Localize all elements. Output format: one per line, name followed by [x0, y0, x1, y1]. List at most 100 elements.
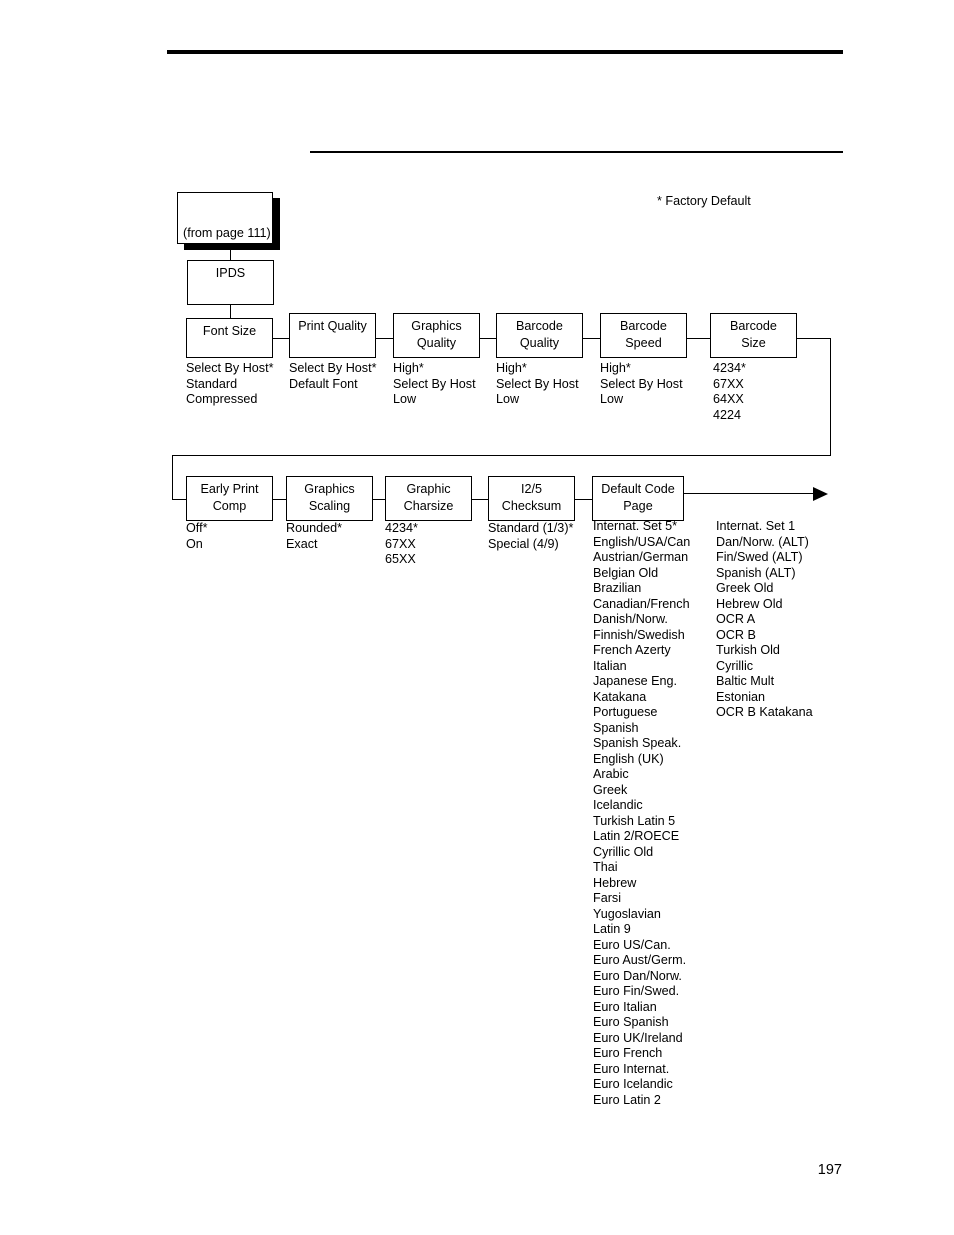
menu-box-title-group: Barcode Quality	[516, 318, 563, 352]
option-item: Low	[393, 392, 417, 406]
page-number: 197	[817, 1162, 842, 1178]
wrap-connector-segment-left	[172, 455, 831, 456]
connector-row1-5	[687, 338, 710, 339]
menu-box-graphic-charsize[interactable]: Graphic Charsize	[385, 476, 472, 521]
option-item: English/USA/Can	[593, 534, 691, 549]
menu-box-barcode-quality[interactable]: Barcode Quality	[496, 313, 583, 358]
option-item: Default Font	[289, 376, 358, 391]
continuation-arrow-line	[684, 493, 815, 494]
option-item: Spanish	[593, 720, 639, 735]
menu-box-title-group: Graphics Quality	[411, 318, 461, 352]
option-item: Select By Host	[600, 376, 683, 391]
option-item: Euro Italian	[593, 999, 657, 1014]
option-item: Katakana	[593, 689, 647, 704]
option-item: Danish/Norw.	[593, 612, 668, 626]
option-item: Turkish Old	[716, 643, 780, 657]
option-item: On	[186, 536, 203, 551]
option-item: Farsi	[593, 891, 621, 905]
menu-box-barcode-speed[interactable]: Barcode Speed	[600, 313, 687, 358]
option-item: Baltic Mult	[716, 674, 775, 688]
menu-box-title-line2: Page	[623, 499, 653, 513]
menu-box-title-group: Early Print Comp	[200, 481, 258, 515]
option-item: Cyrillic Old	[593, 844, 654, 859]
option-item: Euro Icelandic	[593, 1077, 673, 1091]
option-item: Brazilian	[593, 581, 642, 595]
menu-box-title: Font Size	[202, 324, 257, 338]
option-item: 67XX	[713, 376, 744, 391]
menu-box-i25-checksum[interactable]: I2/5 Checksum	[488, 476, 575, 521]
option-item: 67XX	[385, 536, 416, 551]
menu-box-title-line2: Quality	[519, 336, 560, 350]
menu-box-title-line2: Speed	[625, 336, 662, 350]
connector-row1-2	[376, 338, 393, 339]
option-item: Euro Latin 2	[593, 1092, 661, 1107]
option-item: Select By Host	[393, 376, 476, 391]
option-item: English (UK)	[593, 751, 664, 766]
connector-row2-1	[273, 499, 286, 500]
option-item: Select By Host*	[186, 361, 274, 375]
connector-row1-4	[583, 338, 600, 339]
option-item: Icelandic	[593, 798, 643, 812]
ipds-box[interactable]: IPDS	[187, 260, 274, 305]
option-item: Standard (1/3)*	[488, 521, 574, 535]
menu-box-title-line2: Checksum	[501, 499, 562, 513]
option-item: Italian	[593, 658, 627, 673]
menu-box-title-line2: Comp	[212, 499, 247, 513]
menu-box-print-quality[interactable]: Print Quality	[289, 313, 376, 358]
options-early-print-comp: Off* On	[186, 521, 207, 552]
ipds-label: IPDS	[215, 266, 246, 280]
option-item: OCR B Katakana	[716, 705, 813, 719]
option-item: Exact	[286, 536, 318, 551]
option-item: Euro Spanish	[593, 1015, 669, 1029]
connector-ipds-to-font-size	[230, 305, 231, 318]
menu-box-early-print-comp[interactable]: Early Print Comp	[186, 476, 273, 521]
menu-box-title-line2: Charsize	[403, 499, 454, 513]
menu-box-title-line1: Barcode	[620, 319, 667, 333]
option-item: Internat. Set 1	[716, 519, 796, 533]
options-print-quality: Select By Host* Default Font	[289, 361, 377, 392]
menu-box-barcode-size[interactable]: Barcode Size	[710, 313, 797, 358]
menu-box-title-group: Barcode Size	[730, 318, 777, 352]
option-item: Austrian/German	[593, 550, 689, 564]
menu-box-title-line1: Graphics	[304, 482, 355, 496]
option-item: Fin/Swed (ALT)	[716, 550, 803, 564]
option-item: Arabic	[593, 767, 629, 781]
menu-box-title-line1: Default Code	[601, 482, 675, 496]
document-page: * Factory Default (from page 111) IPDS F…	[0, 0, 954, 1235]
option-item: Finnish/Swedish	[593, 627, 685, 642]
option-item: Select By Host	[496, 376, 579, 391]
option-item: Greek Old	[716, 581, 774, 595]
options-font-size: Select By Host* Standard Compressed	[186, 361, 274, 408]
option-item: Greek	[593, 782, 628, 797]
option-item: Spanish Speak.	[593, 736, 682, 750]
wrap-connector-segment-enter	[172, 499, 187, 500]
menu-box-default-code-page[interactable]: Default Code Page	[592, 476, 684, 521]
options-graphic-charsize: 4234* 67XX 65XX	[385, 521, 418, 568]
menu-box-title-group: I2/5 Checksum	[502, 481, 562, 515]
menu-box-title-line1: I2/5	[520, 482, 542, 496]
option-item: Thai	[593, 860, 618, 874]
options-barcode-speed: High* Select By Host Low	[600, 361, 683, 408]
options-barcode-quality: High* Select By Host Low	[496, 361, 579, 408]
options-default-code-page-col2: Internat. Set 1 Dan/Norw. (ALT) Fin/Swed (…	[716, 519, 813, 721]
from-page-box[interactable]: (from page 111)	[177, 192, 273, 244]
menu-box-title-group: Default Code Page	[601, 481, 675, 515]
menu-box-title-line2: Size	[741, 336, 766, 350]
menu-box-title-line1: Barcode	[730, 319, 777, 333]
menu-box-font-size[interactable]: Font Size	[186, 318, 273, 358]
option-item: Spanish (ALT)	[716, 565, 796, 580]
option-item: Low	[600, 392, 624, 406]
option-item: Japanese Eng.	[593, 674, 678, 688]
option-item: OCR B	[716, 627, 756, 642]
option-item: Canadian/French	[593, 596, 690, 611]
option-item: Euro Aust/Germ.	[593, 953, 687, 967]
option-item: Internat. Set 5*	[593, 519, 678, 533]
wrap-connector-segment-drop	[172, 455, 173, 499]
options-graphics-scaling: Rounded* Exact	[286, 521, 342, 552]
option-item: French Azerty	[593, 643, 671, 657]
menu-box-graphics-quality[interactable]: Graphics Quality	[393, 313, 480, 358]
option-item: Dan/Norw. (ALT)	[716, 534, 809, 549]
menu-box-graphics-scaling[interactable]: Graphics Scaling	[286, 476, 373, 521]
connector-row2-3	[472, 499, 488, 500]
menu-box-title-group: Graphic Charsize	[404, 481, 454, 515]
